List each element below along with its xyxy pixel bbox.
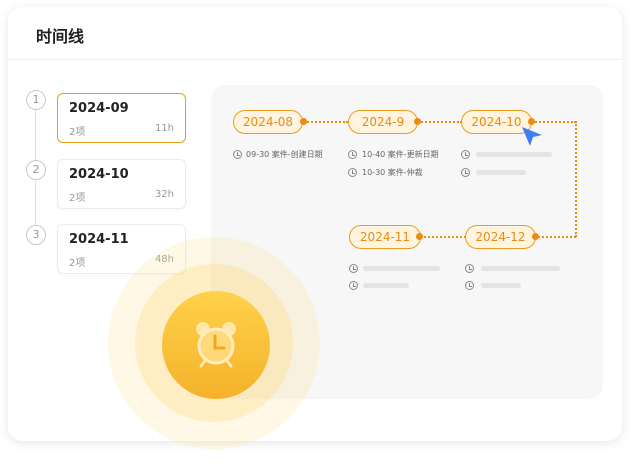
step-number-1: 1 (26, 90, 46, 110)
node-dot (532, 233, 539, 240)
clock-icon (233, 150, 242, 159)
timeline-connector (575, 121, 577, 237)
entry-hours: 11h (154, 123, 174, 134)
timeline-node-2024-12[interactable]: 2024-12 (465, 225, 536, 249)
event-placeholder (481, 266, 560, 271)
timeline-connector (418, 121, 462, 123)
entry-count: 2项 (69, 127, 86, 138)
timeline-entry-2024-09[interactable]: 2024-09 2项 11h (57, 93, 186, 143)
entry-date: 2024-09 (69, 101, 129, 116)
timeline-connector (420, 236, 466, 238)
timeline-connector (532, 121, 576, 123)
event-placeholder (363, 283, 409, 288)
node-dot (300, 118, 307, 125)
event-placeholder (363, 266, 440, 271)
node-dot (528, 118, 535, 125)
clock-icon (349, 264, 358, 273)
entry-count: 2项 (69, 258, 86, 269)
clock-icon (349, 281, 358, 290)
node-dot (414, 118, 421, 125)
event-label: 10-30 案件-仲裁 (362, 168, 423, 177)
timeline-card: 时间线 1 2 3 2024-09 2项 11h 2024-10 2项 32h … (8, 7, 622, 441)
alarm-clock-icon (196, 322, 236, 368)
timeline-connector (535, 236, 576, 238)
timeline-node-2024-08[interactable]: 2024-08 (233, 110, 303, 134)
step-connector (35, 181, 36, 228)
entry-date: 2024-10 (69, 167, 129, 182)
step-number-2: 2 (26, 160, 46, 180)
cursor-arrow-icon (522, 127, 542, 146)
entry-hours: 32h (154, 189, 174, 200)
timeline-node-2024-11[interactable]: 2024-11 (349, 225, 421, 249)
clock-icon (465, 264, 474, 273)
clock-icon (461, 168, 470, 177)
step-number-3: 3 (26, 225, 46, 245)
timeline-node-2024-9[interactable]: 2024-9 (348, 110, 418, 134)
node-dot (416, 233, 423, 240)
step-connector (35, 109, 36, 162)
clock-icon (461, 150, 470, 159)
event-label: 10-40 案件-更新日期 (362, 150, 439, 159)
timeline-entry-2024-10[interactable]: 2024-10 2项 32h (57, 159, 186, 209)
entry-count: 2项 (69, 193, 86, 204)
clock-icon (348, 168, 357, 177)
event-label: 09-30 案件-创建日期 (246, 150, 323, 159)
clock-icon (348, 150, 357, 159)
event-placeholder (476, 152, 552, 157)
event-placeholder (476, 170, 526, 175)
entry-date: 2024-11 (69, 232, 129, 247)
event-placeholder (481, 283, 521, 288)
clock-icon (465, 281, 474, 290)
timeline-connector (304, 121, 348, 123)
